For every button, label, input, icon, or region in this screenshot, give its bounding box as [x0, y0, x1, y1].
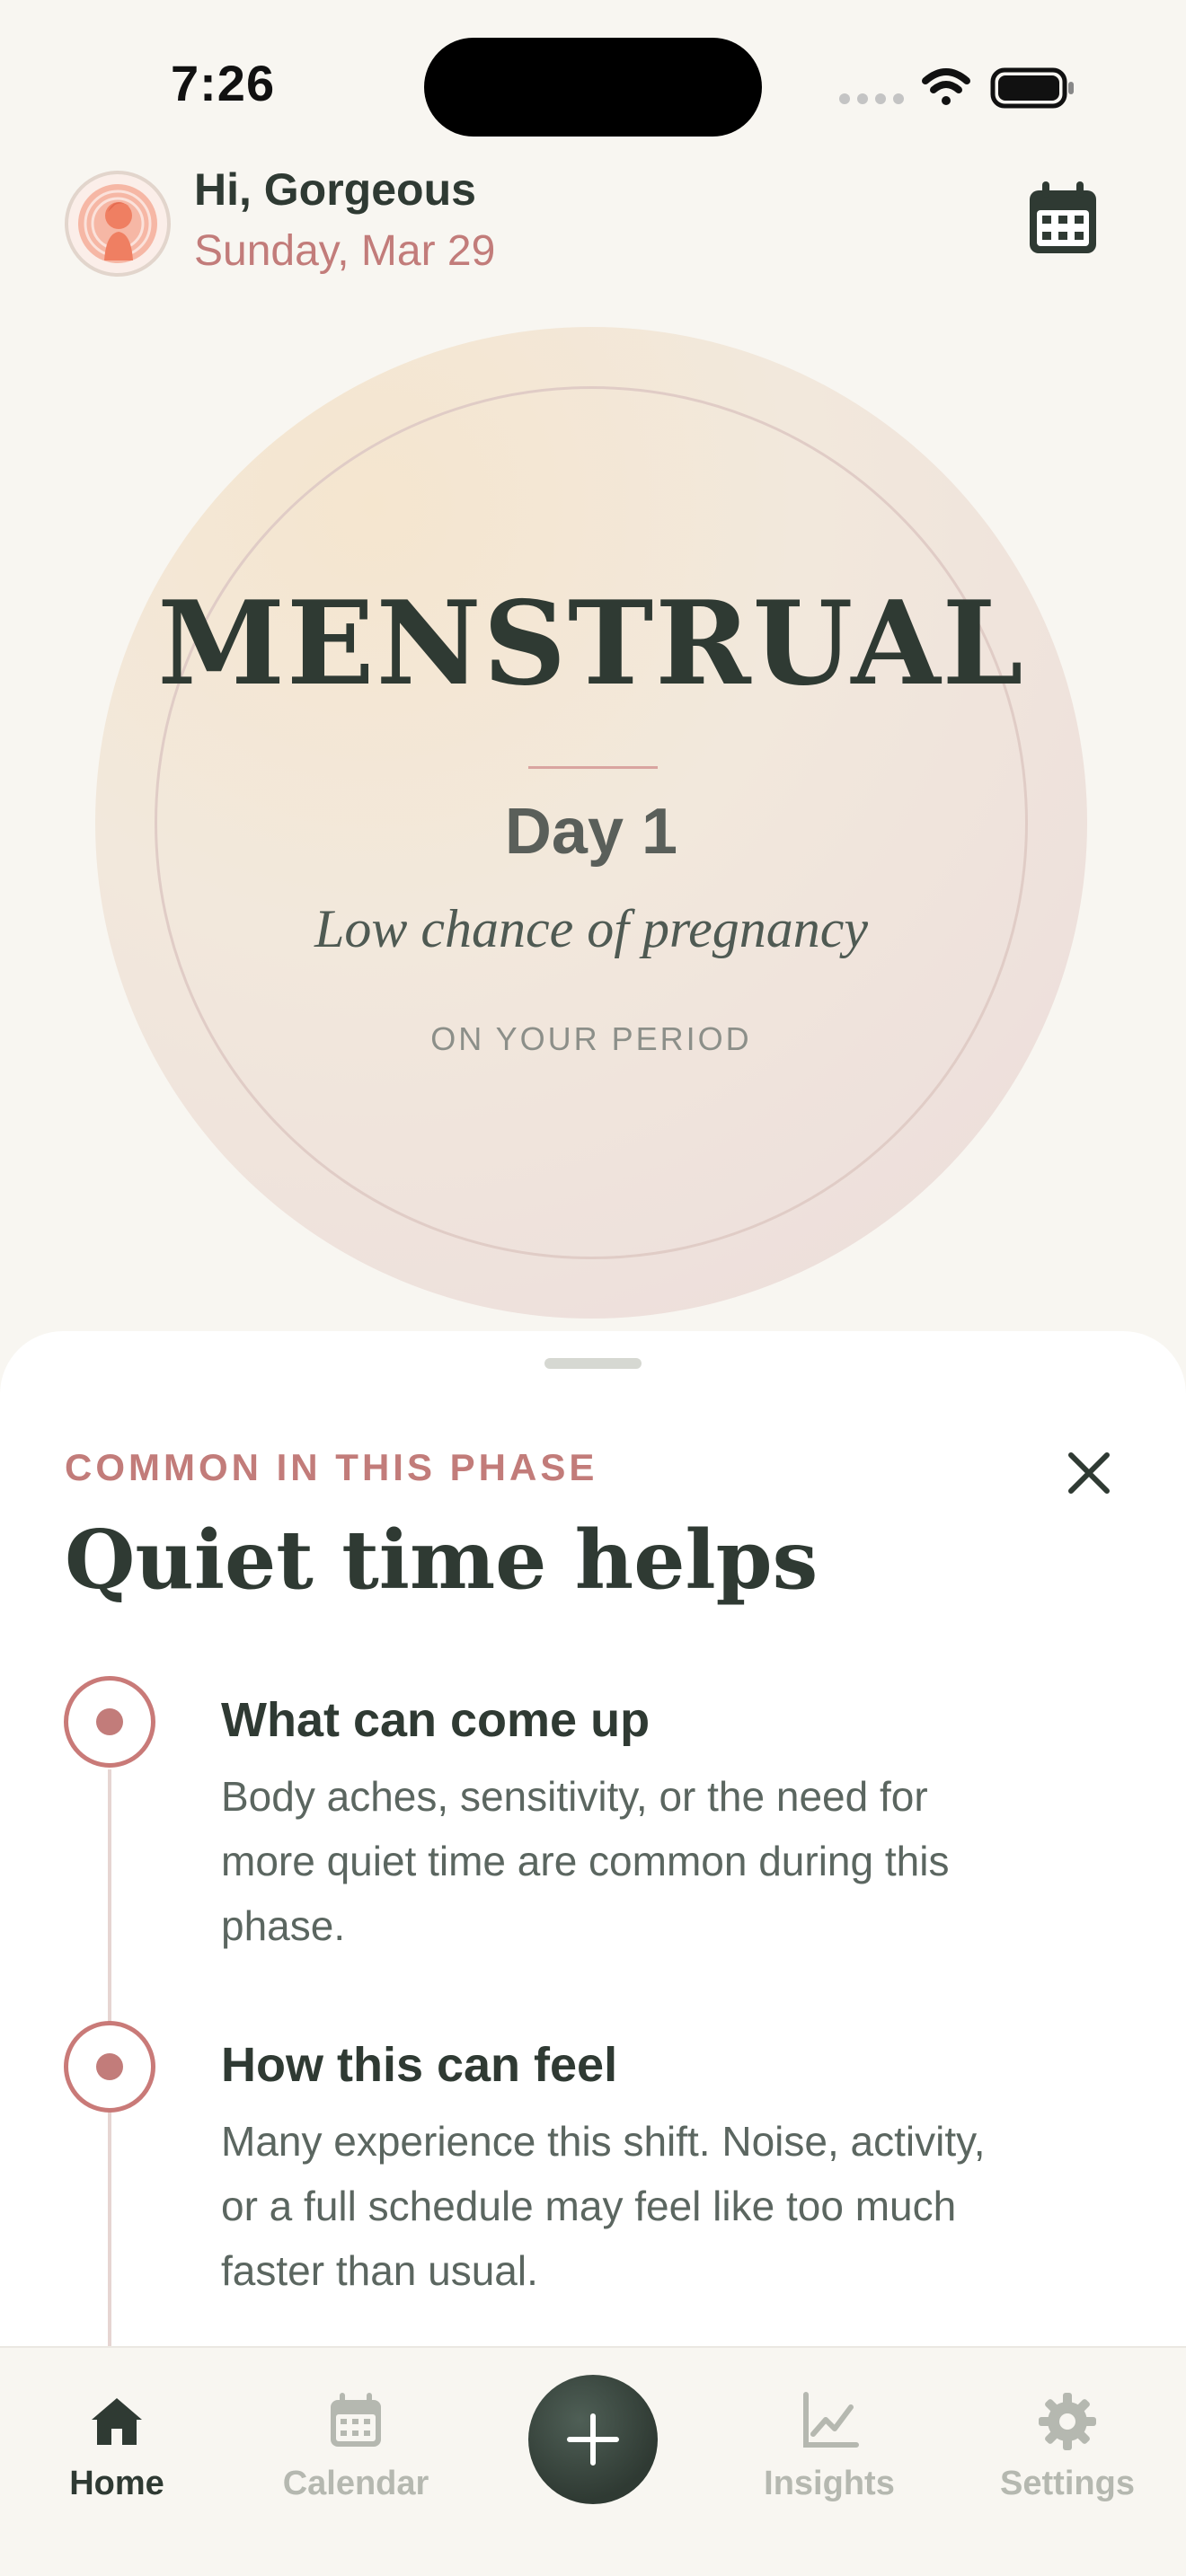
- greeting: Hi, Gorgeous: [194, 164, 476, 215]
- tab-calendar-label: Calendar: [282, 2465, 429, 2502]
- item-body-line: phase.: [221, 1902, 346, 1949]
- battery-icon: [990, 67, 1074, 109]
- gear-icon: [1039, 2393, 1096, 2450]
- close-button[interactable]: [1060, 1444, 1118, 1502]
- chart-line-icon: [803, 2392, 859, 2448]
- item-body-line: more quiet time are common during this: [221, 1838, 950, 1884]
- current-date: Sunday, Mar 29: [194, 227, 496, 275]
- status-time: 7:26: [171, 55, 276, 111]
- item-body-line: Body aches, sensitivity, or the need for: [221, 1773, 928, 1820]
- dynamic-island: [424, 38, 762, 137]
- calendar-icon: [331, 2393, 381, 2447]
- item-body-line: faster than usual.: [221, 2247, 538, 2294]
- tab-home-label: Home: [69, 2465, 164, 2502]
- item-title: What can come up: [221, 1693, 651, 1747]
- pregnancy-chance: Low chance of pregnancy: [314, 899, 868, 958]
- calendar-icon: [1030, 181, 1096, 253]
- wifi-icon: [922, 68, 970, 105]
- item-body: Many experience this shift. Noise, activ…: [221, 2109, 1120, 2303]
- phase-title: MENSTRUAL: [157, 577, 1025, 711]
- woman-silhouette-icon: [78, 184, 157, 263]
- home-icon: [92, 2398, 142, 2445]
- item-body: Body aches, sensitivity, or the need for…: [221, 1764, 1120, 1958]
- period-status: ON YOUR PERIOD: [430, 1020, 752, 1057]
- timeline-marker-icon: [64, 1676, 155, 1768]
- signal-icon: [839, 93, 904, 104]
- sheet-drag-handle[interactable]: [544, 1358, 642, 1369]
- close-icon: [1068, 1452, 1110, 1494]
- plus-icon: [567, 2413, 619, 2466]
- item-body-line: Many experience this shift. Noise, activ…: [221, 2118, 986, 2165]
- timeline-marker-icon: [64, 2021, 155, 2113]
- sheet-title: Quiet time helps: [65, 1513, 819, 1608]
- calendar-button[interactable]: [1024, 180, 1102, 257]
- tab-calendar[interactable]: Calendar: [248, 2389, 464, 2503]
- tab-home[interactable]: Home: [9, 2389, 225, 2503]
- tab-insights-label: Insights: [764, 2465, 895, 2502]
- sheet-eyebrow: COMMON IN THIS PHASE: [65, 1446, 598, 1488]
- item-title: How this can feel: [221, 2038, 618, 2092]
- tab-settings-label: Settings: [1000, 2465, 1135, 2502]
- cycle-day: Day 1: [504, 796, 678, 868]
- phase-divider: [528, 766, 658, 769]
- add-button[interactable]: [528, 2375, 658, 2504]
- tab-settings[interactable]: Settings: [960, 2389, 1175, 2503]
- avatar[interactable]: [65, 171, 171, 277]
- status-icons: [839, 67, 1074, 109]
- item-body-line: or a full schedule may feel like too muc…: [221, 2183, 957, 2229]
- tab-insights[interactable]: Insights: [721, 2389, 937, 2503]
